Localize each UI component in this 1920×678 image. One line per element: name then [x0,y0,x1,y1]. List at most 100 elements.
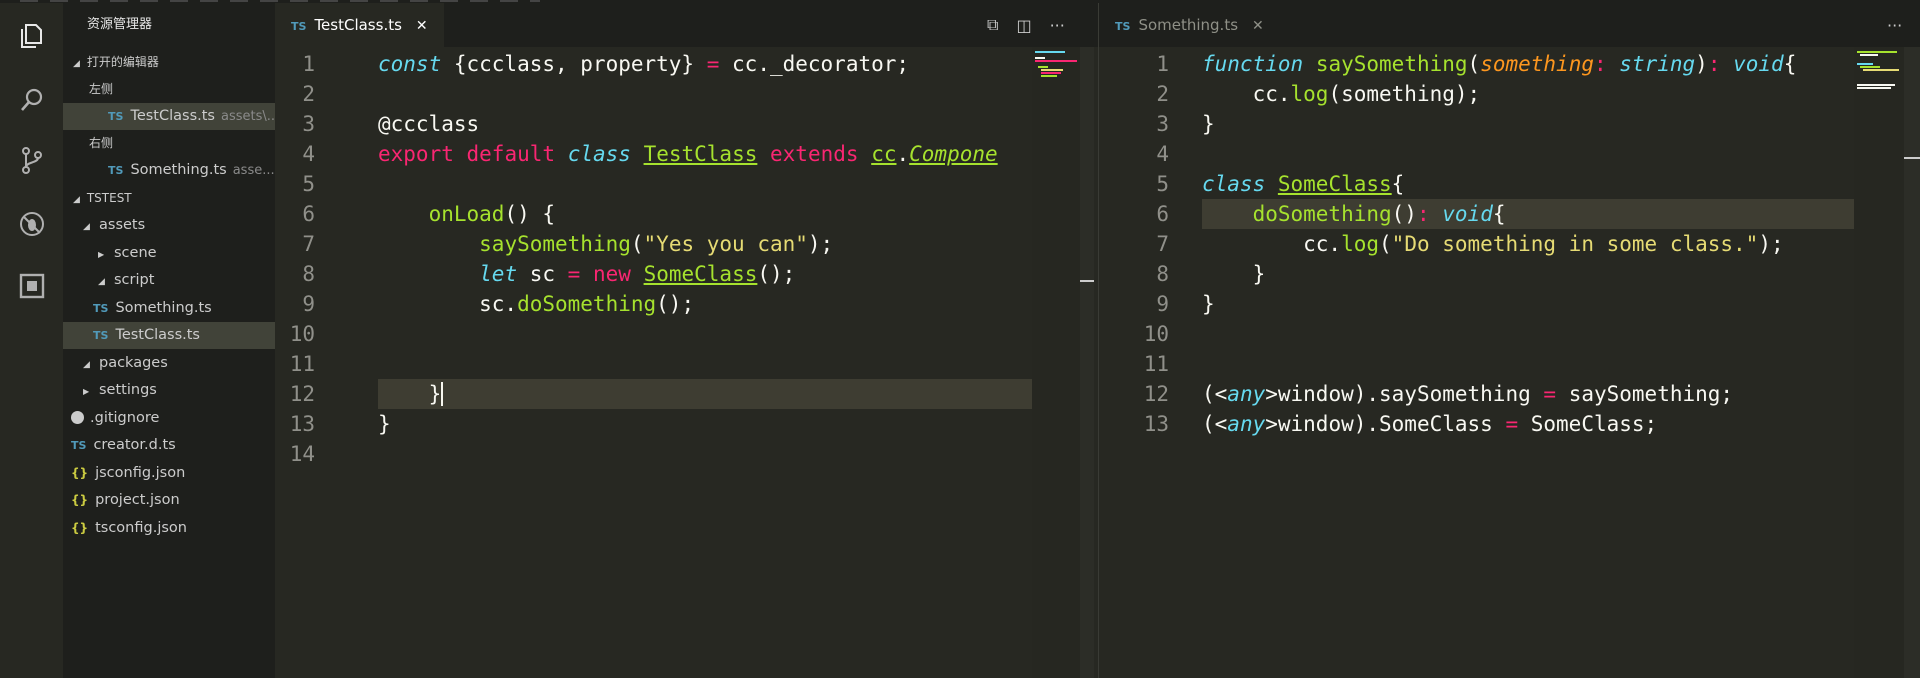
activity-bar [0,3,63,678]
code-token: saySomething [1315,52,1468,76]
tab-something[interactable]: TS Something.ts ✕ [1099,3,1280,47]
explorer-sidebar: 资源管理器 ◢ 打开的编辑器 左侧 TS TestClass.ts assets\.… [63,3,275,678]
more-actions-icon[interactable]: ··· [1050,16,1065,35]
source-control-icon[interactable] [0,133,63,187]
code-token: any [1227,412,1266,436]
scrollbar-right[interactable] [1904,47,1920,678]
code-token: ); [1758,232,1784,256]
code-line[interactable] [378,319,1032,349]
code-line[interactable] [378,439,1032,469]
more-actions-icon[interactable]: ··· [1887,16,1902,35]
code-token: ) [1695,52,1708,76]
code-line[interactable]: onLoad() { [378,199,1032,229]
code-line[interactable]: const {ccclass, property} = cc._decorato… [378,49,1032,79]
code-line[interactable]: class SomeClass{ [1202,169,1852,199]
tree-item[interactable]: .gitignore [63,405,275,432]
code-token: saySomething [479,232,631,256]
code-line[interactable]: } [378,379,1032,409]
typescript-file-icon: TS [93,329,109,342]
line-number: 4 [1156,142,1169,166]
debug-icon[interactable] [0,197,63,251]
json-file-icon: {} [71,465,89,480]
minimap-right[interactable] [1854,47,1904,678]
open-editors-header[interactable]: ◢ 打开的编辑器 [63,49,275,76]
code-token: doSomething [517,292,657,316]
code-token: {ccclass, property} [441,52,707,76]
tree-item[interactable]: TS Something.ts [63,295,275,322]
line-number: 1 [1156,52,1169,76]
line-number: 7 [302,232,315,256]
code-line[interactable]: saySomething("Yes you can"); [378,229,1032,259]
minimap-left[interactable] [1032,47,1080,678]
line-number: 10 [289,322,315,346]
open-editor-item-something[interactable]: TS Something.ts asse... [63,157,275,184]
project-header[interactable]: ◢ TSTEST [63,185,275,212]
code-line[interactable]: cc.log("Do something in some class."); [1202,229,1852,259]
extensions-icon[interactable] [0,259,63,313]
tree-item-label: TestClass.ts [115,327,200,343]
code-token: string [1619,52,1696,76]
line-number: 14 [289,442,315,466]
code-line[interactable] [378,79,1032,109]
scrollbar-left[interactable] [1080,47,1094,678]
code-line[interactable]: doSomething(): void{ [1202,199,1852,229]
split-editor-icon[interactable]: ◫ [1016,16,1031,35]
json-file-icon: {} [71,520,89,535]
code-line[interactable]: function saySomething(something: string)… [1202,49,1852,79]
line-number: 7 [1156,232,1169,256]
code-line[interactable]: sc.doSomething(); [378,289,1032,319]
code-line[interactable]: } [1202,109,1852,139]
search-icon[interactable] [0,73,63,127]
tree-item[interactable]: TS creator.d.ts [63,432,275,459]
code-editor-left[interactable]: 1 const {ccclass, property} = cc._decorat… [275,49,1032,678]
code-token: ( [630,232,644,256]
typescript-file-icon: TS [291,20,307,33]
tree-item[interactable]: {} project.json [63,487,275,514]
close-icon[interactable]: ✕ [416,18,428,34]
tree-item[interactable]: {} tsconfig.json [63,515,275,542]
tree-item[interactable]: ▶ scene [63,240,275,267]
tree-item[interactable]: ◢ assets [63,212,275,239]
code-line[interactable]: export default class TestClass extends c… [378,139,1032,169]
code-editor-right[interactable]: 1 function saySomething(something: string… [1099,49,1854,678]
code-line[interactable]: (<any>window).saySomething = saySomethin… [1202,379,1852,409]
code-token: new [592,262,631,286]
code-line[interactable]: cc.log(something); [1202,79,1852,109]
close-icon[interactable]: ✕ [1252,18,1264,34]
tree-item[interactable]: TS TestClass.ts [63,322,275,349]
tree-item[interactable]: ◢ packages [63,350,275,377]
code-line[interactable]: @ccclass [378,109,1032,139]
explorer-icon[interactable] [0,9,63,63]
open-editors-group-left[interactable]: 左侧 [63,76,275,103]
code-line[interactable]: let sc = new SomeClass(); [378,259,1032,289]
line-number: 13 [1143,412,1169,436]
code-line[interactable] [1202,139,1852,169]
code-line[interactable] [378,169,1032,199]
code-token: (something); [1328,82,1481,106]
json-file-icon: {} [71,493,89,507]
tree-item[interactable]: ▶ settings [63,377,275,404]
open-changes-icon[interactable]: ⧉ [987,15,998,35]
code-line[interactable]: } [1202,289,1852,319]
code-line[interactable] [378,349,1032,379]
code-line[interactable] [1202,319,1852,349]
code-line[interactable] [1202,349,1852,379]
open-editors-group-right[interactable]: 右侧 [63,130,275,157]
code-token: Compone [909,142,998,166]
open-editor-item-testclass[interactable]: TS TestClass.ts assets\... [63,103,275,130]
code-line[interactable]: } [378,409,1032,439]
tree-item[interactable]: {} jsconfig.json [63,460,275,487]
code-token: ( [1467,52,1481,76]
code-line[interactable]: (<any>window).SomeClass = SomeClass; [1202,409,1852,439]
tree-item[interactable]: ◢ script [63,267,275,294]
code-token: . [896,142,910,166]
code-line[interactable]: } [1202,259,1852,289]
open-editor-filename: Something.ts [130,162,227,178]
tab-testclass[interactable]: TS TestClass.ts ✕ [275,3,444,47]
